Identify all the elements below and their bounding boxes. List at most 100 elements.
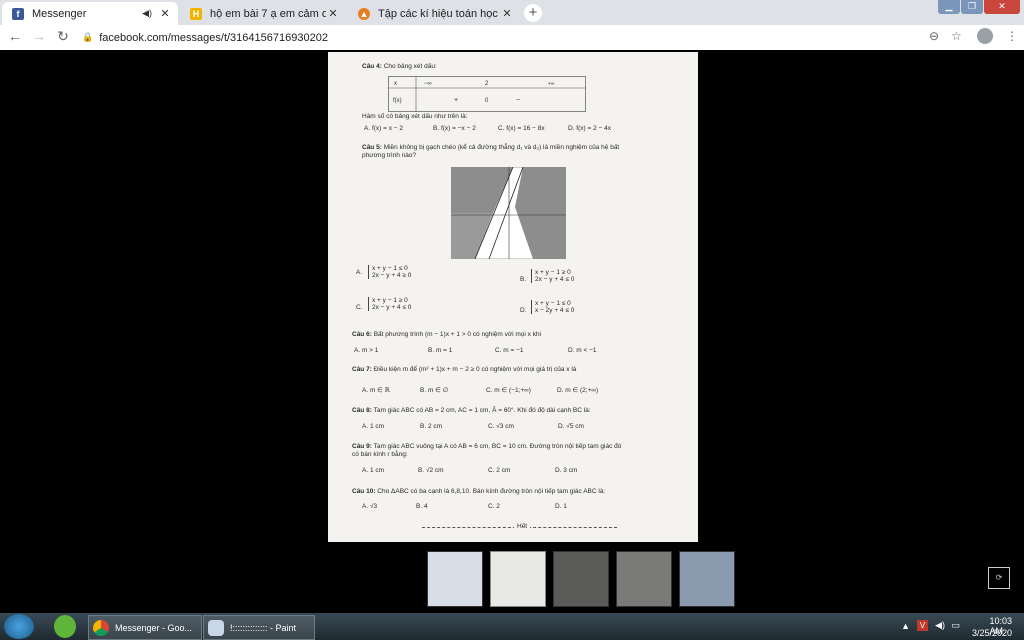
tab-hoidap[interactable]: H hộ em bài 7 ạ em cảm ơn câu hỏ ✕: [180, 2, 346, 25]
address-bar[interactable]: 🔒 facebook.com/messages/t/31641567169302…: [82, 28, 962, 47]
table-cell: +∞: [548, 81, 555, 87]
thumbnail[interactable]: [616, 551, 672, 607]
answer-5b: x + y − 1 ≥ 0 2x − y + 4 ≤ 0: [531, 269, 574, 283]
table-cell: f(x): [393, 98, 402, 104]
maximize-button[interactable]: ❐: [961, 0, 983, 14]
answer-6a: A. m > 1: [354, 347, 379, 354]
answer-4c: C. f(x) = 16 − 8x: [498, 125, 545, 132]
forward-button[interactable]: →: [30, 28, 48, 44]
question-7: Câu 7: Điều kiện m để (m² + 1)x + m − 2 …: [352, 366, 577, 373]
thumbnail[interactable]: [679, 551, 735, 607]
answer-8c: C. √3 cm: [488, 423, 514, 430]
answer-7a: A. m ∈ ℝ: [362, 387, 390, 394]
fire-icon: ▲: [358, 7, 370, 20]
paint-icon: [208, 619, 224, 636]
bookmark-star-icon[interactable]: ☆: [951, 29, 962, 43]
answer-5c-letter: C.: [356, 304, 363, 311]
exam-photo: Câu 4: Cho bảng xét dấu: x −∞ 2 +∞ f(x) …: [328, 52, 698, 542]
chevron-up-icon[interactable]: ▲: [901, 621, 910, 631]
table-cell: +: [454, 97, 458, 104]
reload-button[interactable]: ↻: [54, 28, 72, 45]
answer-4a: A. f(x) = x − 2: [364, 125, 404, 132]
antivirus-icon[interactable]: V: [917, 620, 928, 631]
tab-strip: f Messenger ◀) ✕ H hộ em bài 7 ạ em cảm …: [0, 0, 1024, 25]
url-text: facebook.com/messages/t/3164156716930202: [99, 31, 328, 44]
answer-6d: D. m < −1: [568, 347, 597, 354]
table-cell: 0: [485, 98, 489, 104]
new-tab-button[interactable]: +: [524, 4, 542, 22]
answer-8a: A. 1 cm: [362, 423, 385, 430]
taskbar-chrome[interactable]: Messenger - Goo...: [88, 615, 202, 640]
menu-icon[interactable]: ⋮: [1006, 29, 1018, 43]
question-9-cont: có bán kính r bằng:: [352, 451, 408, 458]
back-button[interactable]: ←: [6, 28, 24, 44]
lock-icon: 🔒: [82, 32, 94, 42]
facebook-icon: f: [12, 7, 24, 20]
answer-6c: C. m = −1: [495, 347, 524, 354]
answer-5a: x + y − 1 ≤ 0 2x − y + 4 ≥ 0: [368, 265, 411, 279]
thumbnail[interactable]: [490, 551, 546, 607]
answer-10d: D. 1: [555, 503, 567, 510]
answer-5d-letter: D.: [520, 307, 527, 314]
task-label: Messenger - Goo...: [115, 622, 193, 633]
close-window-button[interactable]: ✕: [984, 0, 1020, 14]
close-tab-icon[interactable]: ✕: [158, 7, 172, 20]
answer-9a: A. 1 cm: [362, 467, 385, 474]
sign-table: x −∞ 2 +∞ f(x) + 0 −: [388, 76, 586, 112]
end-marker: Hết: [514, 523, 531, 530]
speaker-icon[interactable]: ◀): [142, 8, 152, 19]
chrome-icon: [93, 619, 109, 636]
table-cell: −∞: [424, 81, 432, 87]
tab-title: Messenger: [32, 7, 87, 20]
answer-7c: C. m ∈ (−1;+∞): [486, 387, 531, 394]
volume-icon[interactable]: ◀): [935, 620, 945, 631]
answer-10b: B. 4: [416, 503, 428, 510]
answer-10a: A. √3: [362, 503, 378, 510]
answer-4d: D. f(x) = 2 − 4x: [568, 125, 611, 132]
profile-avatar[interactable]: [977, 28, 993, 44]
answer-9c: C. 2 cm: [488, 467, 511, 474]
question-8: Câu 8: Tam giác ABC có AB = 2 cm, AC = 1…: [352, 407, 591, 414]
browser-chrome: f Messenger ◀) ✕ H hộ em bài 7 ạ em cảm …: [0, 0, 1024, 51]
answer-9d: D. 3 cm: [555, 467, 578, 474]
minimize-button[interactable]: ▁: [938, 0, 960, 14]
close-tab-icon[interactable]: ✕: [500, 7, 514, 20]
answer-7d: D. m ∈ (2;+∞): [557, 387, 599, 394]
table-cell: x: [394, 81, 397, 87]
start-button[interactable]: [4, 614, 34, 639]
question-4: Câu 4: Cho bảng xét dấu:: [362, 63, 437, 70]
tab-toan-hoc[interactable]: ▲ Tập các kí hiệu toán học ✕: [348, 2, 520, 25]
pinned-app-icon[interactable]: [54, 615, 76, 638]
tab-title: Tập các kí hiệu toán học: [378, 7, 498, 20]
answer-5d: x + y − 1 ≤ 0x − 2y + 4 ≤ 0: [531, 300, 574, 314]
answer-7b: B. m ∈ ∅: [420, 387, 449, 394]
question-5-cont: phương trình nào?: [362, 152, 417, 159]
thumbnail[interactable]: [553, 551, 609, 607]
question-5: Câu 5: Miền không bị gạch chéo (kể cả đư…: [362, 144, 620, 151]
close-tab-icon[interactable]: ✕: [326, 7, 340, 20]
answer-5b-letter: B.: [520, 276, 527, 283]
thumbnail[interactable]: [427, 551, 483, 607]
clock-date[interactable]: 3/25/2020: [972, 628, 1012, 638]
taskbar-paint[interactable]: !:::::::::::::: - Paint: [203, 615, 315, 640]
network-icon[interactable]: ▭: [951, 620, 960, 631]
tab-messenger[interactable]: f Messenger ◀) ✕: [2, 2, 178, 25]
answer-10c: C. 2: [488, 503, 500, 510]
answer-8d: D. √5 cm: [558, 423, 584, 430]
answer-5a-letter: A.: [356, 269, 363, 276]
question-10: Câu 10: Cho ΔABC có ba cạnh là 6,8,10. B…: [352, 488, 606, 495]
task-label: !:::::::::::::: - Paint: [230, 622, 297, 633]
zoom-icon[interactable]: ⊖: [929, 29, 939, 43]
tab-title: hộ em bài 7 ạ em cảm ơn câu hỏ: [210, 7, 326, 20]
table-cell: −: [516, 97, 520, 104]
window-controls: ▁ ❐ ✕: [937, 0, 1020, 14]
table-cell: 2: [485, 81, 489, 87]
answer-8b: B. 2 cm: [420, 423, 443, 430]
answer-4b: B. f(x) = −x − 2: [433, 125, 476, 132]
question-6: Câu 6: Bất phương trình (m − 1)x + 1 > 0…: [352, 331, 542, 338]
question-4-prompt: Hàm số có bảng xét dấu như trên là:: [362, 113, 468, 120]
rotate-icon[interactable]: ⟳: [988, 567, 1010, 589]
thumbnail-strip: [0, 551, 1024, 607]
region-graph: [451, 167, 566, 259]
hoidap-icon: H: [190, 7, 202, 20]
